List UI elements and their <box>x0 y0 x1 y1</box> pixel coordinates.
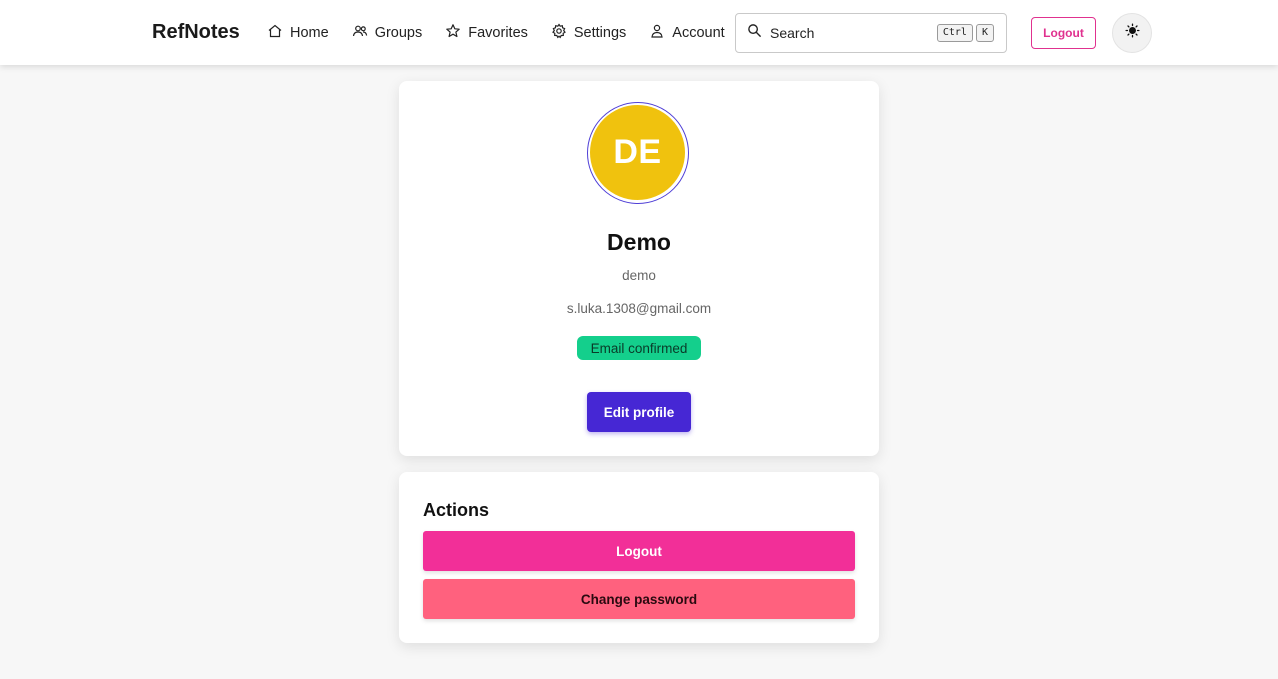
kbd-ctrl: Ctrl <box>936 24 973 42</box>
profile-card: DE Demo demo s.luka.1308@gmail.com Email… <box>399 81 879 456</box>
nav-item-favorites[interactable]: Favorites <box>445 22 528 44</box>
home-icon <box>267 23 283 43</box>
search-label: Search <box>770 25 815 41</box>
nav-item-account[interactable]: Account <box>649 22 725 44</box>
gear-icon <box>551 23 567 43</box>
user-icon <box>649 23 665 43</box>
email-confirmed-badge: Email confirmed <box>577 336 701 360</box>
avatar-initials: DE <box>590 105 685 200</box>
nav-item-label: Favorites <box>468 25 528 41</box>
top-navbar: RefNotes Home Groups Favorites Settings <box>0 0 1278 65</box>
star-icon <box>445 23 461 43</box>
nav-item-groups[interactable]: Groups <box>352 22 423 44</box>
search-shortcut: Ctrl K <box>936 24 994 42</box>
nav-item-label: Groups <box>374 25 423 41</box>
profile-email: s.luka.1308@gmail.com <box>566 301 712 316</box>
users-icon <box>352 23 368 43</box>
search-input[interactable]: Search Ctrl K <box>735 13 1007 53</box>
avatar: DE <box>587 102 689 204</box>
edit-profile-button[interactable]: Edit profile <box>587 392 691 432</box>
actions-title: Actions <box>423 500 490 520</box>
logout-button[interactable]: Logout <box>423 531 855 571</box>
nav-item-label: Home <box>290 25 329 41</box>
header-logout-button[interactable]: Logout <box>1031 17 1096 49</box>
kbd-k: K <box>975 24 994 42</box>
actions-card: Actions Logout Change password <box>399 472 879 643</box>
profile-username: demo <box>622 268 656 283</box>
change-password-button[interactable]: Change password <box>423 579 855 619</box>
brand-logo[interactable]: RefNotes <box>152 21 240 44</box>
sun-icon <box>1124 23 1140 43</box>
nav-item-label: Account <box>672 25 725 41</box>
main-nav: Home Groups Favorites Settings Account <box>267 22 748 44</box>
nav-item-label: Settings <box>573 25 627 41</box>
nav-item-home[interactable]: Home <box>267 22 329 44</box>
nav-item-settings[interactable]: Settings <box>551 22 626 44</box>
profile-display-name: Demo <box>607 229 671 255</box>
search-icon <box>747 23 762 43</box>
theme-toggle-button[interactable] <box>1112 13 1152 53</box>
